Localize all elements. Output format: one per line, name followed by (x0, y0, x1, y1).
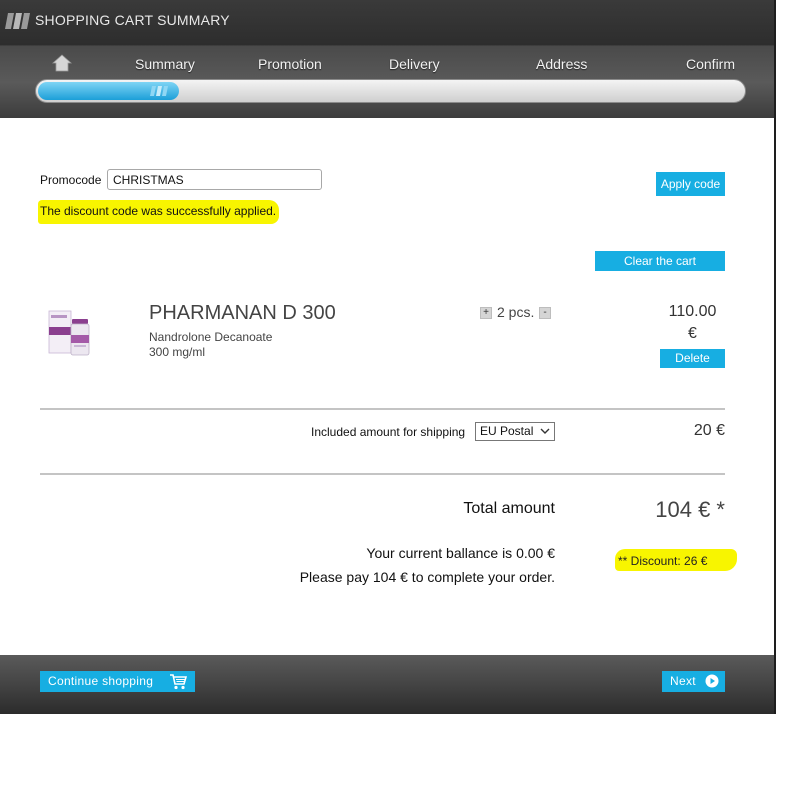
home-icon[interactable] (52, 54, 72, 72)
item-price: 110.00 (668, 303, 717, 320)
product-image[interactable] (46, 305, 94, 359)
progress-bar (35, 79, 746, 103)
logo-stripes-icon (5, 13, 30, 29)
quantity-text: 2 pcs. (497, 304, 535, 320)
apply-code-button[interactable]: Apply code (656, 172, 725, 196)
cart-icon (170, 674, 187, 690)
cart-window: SHOPPING CART SUMMARY Summary Promotion … (0, 0, 776, 714)
window-edge (774, 0, 776, 714)
promocode-label: Promocode (40, 173, 102, 187)
step-address[interactable]: Address (536, 56, 587, 72)
page-title: SHOPPING CART SUMMARY (35, 12, 230, 28)
continue-shopping-label: Continue shopping (48, 674, 154, 688)
step-delivery[interactable]: Delivery (389, 56, 440, 72)
next-label: Next (670, 674, 696, 688)
quantity-increase-button[interactable]: + (480, 307, 492, 319)
step-confirm[interactable]: Confirm (686, 56, 735, 72)
total-amount-value: 104 € * (655, 497, 725, 522)
product-name[interactable]: PHARMANAN D 300 (149, 302, 336, 325)
divider (40, 408, 725, 410)
item-price-currency: € (688, 325, 697, 342)
divider (40, 473, 725, 475)
checkout-steps: Summary Promotion Delivery Address Confi… (0, 54, 776, 76)
shipping-label: Included amount for shipping (311, 425, 466, 439)
progress-grip-icon (150, 86, 168, 96)
promo-success-message: The discount code was successfully appli… (38, 200, 280, 224)
balance-text: Your current ballance is 0.00 € (366, 545, 555, 561)
progress-fill (38, 82, 179, 100)
step-promotion[interactable]: Promotion (258, 56, 322, 72)
product-description: Nandrolone Decanoate (149, 330, 273, 344)
step-summary[interactable]: Summary (135, 56, 195, 72)
pay-instruction-text: Please pay 104 € to complete your order. (299, 569, 555, 585)
next-button[interactable]: Next (662, 671, 725, 692)
quantity-decrease-button[interactable]: - (539, 307, 551, 319)
promocode-input[interactable] (107, 169, 322, 190)
shipping-method-select[interactable]: EU Postal (475, 422, 555, 441)
discount-note: ** Discount: 26 € (615, 549, 737, 571)
product-strength: 300 mg/ml (149, 345, 206, 359)
total-amount-label: Total amount (463, 500, 555, 517)
arrow-right-circle-icon (705, 674, 719, 688)
header-bar: SHOPPING CART SUMMARY Summary Promotion … (0, 0, 776, 118)
clear-cart-button[interactable]: Clear the cart (595, 251, 725, 271)
shipping-selected-value: EU Postal (480, 424, 534, 438)
delete-item-button[interactable]: Delete (660, 349, 725, 368)
shipping-price: 20 € (693, 422, 725, 439)
chevron-down-icon (540, 428, 550, 434)
continue-shopping-button[interactable]: Continue shopping (40, 671, 195, 692)
